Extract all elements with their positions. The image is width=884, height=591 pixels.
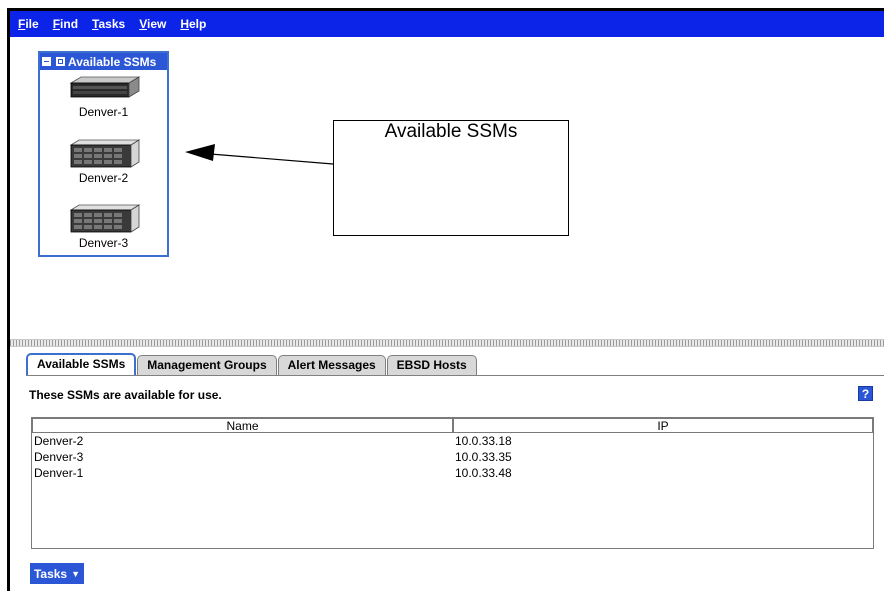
menu-help[interactable]: Help bbox=[178, 15, 208, 33]
network-view-canvas: Available SSMs Denver-1 Denver-2 Denver-… bbox=[10, 37, 884, 339]
column-header-name[interactable]: Name bbox=[32, 418, 453, 433]
tab-management-groups[interactable]: Management Groups bbox=[137, 355, 277, 375]
menu-find[interactable]: Find bbox=[51, 15, 80, 33]
device-label: Denver-3 bbox=[78, 236, 129, 250]
menu-tasks[interactable]: Tasks bbox=[90, 15, 127, 33]
device-denver-2[interactable]: Denver-2 bbox=[40, 139, 167, 185]
cell-name: Denver-2 bbox=[34, 434, 84, 448]
tab-ebsd-hosts[interactable]: EBSD Hosts bbox=[386, 355, 477, 375]
expand-box-icon[interactable] bbox=[56, 57, 65, 66]
cell-name: Denver-3 bbox=[34, 450, 84, 464]
device-label: Denver-2 bbox=[78, 171, 129, 185]
split-pane-divider[interactable] bbox=[10, 339, 884, 347]
tab-alert-messages[interactable]: Alert Messages bbox=[277, 355, 386, 375]
cell-ip: 10.0.33.48 bbox=[455, 466, 512, 480]
help-icon[interactable]: ? bbox=[858, 386, 873, 401]
tab-strip: Available SSMs Management Groups Alert M… bbox=[26, 353, 478, 375]
tasks-button[interactable]: Tasks ▼ bbox=[30, 563, 84, 584]
table-body: Denver-2 10.0.33.18 Denver-3 10.0.33.35 … bbox=[32, 433, 873, 481]
application-window: File Find Tasks View Help Available SSMs bbox=[7, 8, 884, 591]
group-title: Available SSMs bbox=[68, 54, 157, 69]
menu-view[interactable]: View bbox=[137, 15, 168, 33]
menu-file[interactable]: File bbox=[16, 15, 41, 33]
menu-bar: File Find Tasks View Help bbox=[10, 11, 884, 37]
table-header: Name IP bbox=[32, 418, 873, 433]
details-panel: Available SSMs Management Groups Alert M… bbox=[10, 347, 884, 591]
chevron-down-icon: ▼ bbox=[71, 568, 81, 579]
available-ssms-group[interactable]: Available SSMs Denver-1 Denver-2 Denver-… bbox=[38, 51, 169, 257]
collapse-icon[interactable] bbox=[42, 57, 51, 66]
tab-underline bbox=[26, 375, 884, 376]
cell-ip: 10.0.33.35 bbox=[455, 450, 512, 464]
panel-description: These SSMs are available for use. bbox=[29, 388, 222, 402]
tab-available-ssms[interactable]: Available SSMs bbox=[26, 353, 137, 375]
group-header: Available SSMs bbox=[40, 53, 167, 70]
server-1u-icon bbox=[69, 76, 140, 98]
cell-ip: 10.0.33.18 bbox=[455, 434, 512, 448]
device-denver-1[interactable]: Denver-1 bbox=[40, 75, 167, 119]
ssm-table: Name IP Denver-2 10.0.33.18 Denver-3 10.… bbox=[31, 417, 874, 549]
callout-box: Available SSMs bbox=[333, 120, 569, 236]
cell-name: Denver-1 bbox=[34, 466, 84, 480]
device-denver-3[interactable]: Denver-3 bbox=[40, 204, 167, 250]
table-row[interactable]: Denver-3 10.0.33.35 bbox=[32, 449, 873, 465]
column-header-ip[interactable]: IP bbox=[453, 418, 873, 433]
table-row[interactable]: Denver-1 10.0.33.48 bbox=[32, 465, 873, 481]
server-2u-icon bbox=[69, 204, 140, 233]
table-row[interactable]: Denver-2 10.0.33.18 bbox=[32, 433, 873, 449]
server-2u-icon bbox=[69, 139, 140, 168]
tasks-button-label: Tasks bbox=[33, 566, 68, 581]
device-label: Denver-1 bbox=[78, 105, 129, 119]
